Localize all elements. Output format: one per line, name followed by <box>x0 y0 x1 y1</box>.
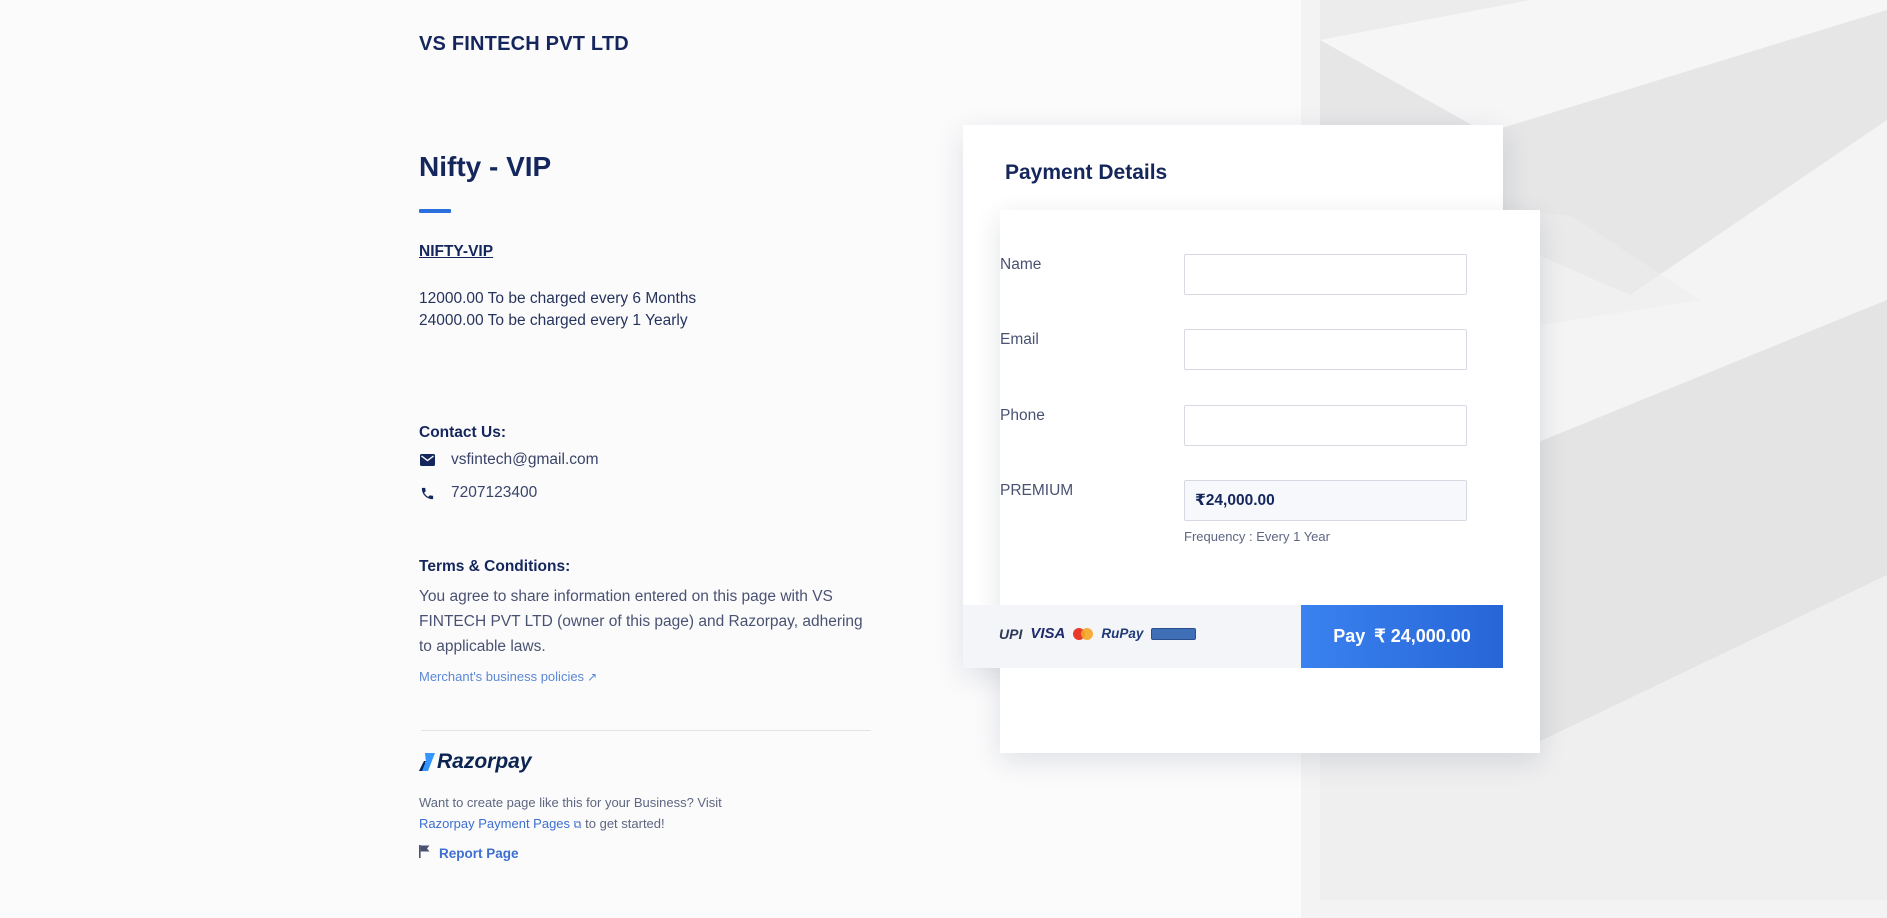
create-page-line: Want to create page like this for your B… <box>419 795 722 810</box>
visa-icon: VISA <box>1030 625 1066 642</box>
name-field[interactable] <box>1184 254 1467 295</box>
policies-link-label: Merchant's business policies <box>419 669 585 684</box>
rupay-icon: RuPay <box>1101 626 1144 641</box>
currency-symbol: ₹ <box>1195 492 1206 509</box>
pay-amount: ₹ 24,000.00 <box>1374 626 1471 646</box>
terms-text: You agree to share information entered o… <box>419 588 863 655</box>
email-label: Email <box>1000 331 1039 348</box>
card-network-icon <box>1151 627 1197 640</box>
company-name: VS FINTECH PVT LTD <box>419 33 629 55</box>
razorpay-logo[interactable]: Razorpay <box>419 750 532 774</box>
upi-icon: UPI <box>999 625 1023 642</box>
payment-details-title: Payment Details <box>1005 161 1168 184</box>
pay-label: Pay <box>1333 626 1366 646</box>
contact-phone: 7207123400 <box>451 484 538 501</box>
create-page-suffix: to get started! <box>585 816 665 831</box>
premium-amount-field[interactable]: ₹ 24,000.00 <box>1184 480 1467 521</box>
contact-email-row[interactable]: vsfintech@gmail.com <box>419 451 599 469</box>
contact-title: Contact Us: <box>419 424 506 441</box>
flag-icon <box>419 845 430 861</box>
charge-item: 12000.00 To be charged every 6 Months <box>419 290 697 307</box>
pay-button[interactable]: Pay ₹ 24,000.00 <box>1301 605 1503 668</box>
business-policies-link[interactable]: Merchant's business policies ↗ <box>419 669 597 684</box>
mastercard-icon <box>1073 627 1094 640</box>
page-title: Nifty - VIP <box>419 151 552 182</box>
razorpay-logo-icon <box>419 753 435 771</box>
section-divider <box>421 730 871 731</box>
contact-email: vsfintech@gmail.com <box>451 451 599 468</box>
email-field[interactable] <box>1184 329 1467 370</box>
mail-icon <box>419 452 435 468</box>
external-arrow-icon: ↗ <box>587 669 598 684</box>
charge-item: 24000.00 To be charged every 1 Yearly <box>419 312 688 329</box>
plan-code-link[interactable]: NIFTY-VIP <box>419 243 493 261</box>
external-link-icon: ⧉ <box>573 819 582 831</box>
name-label: Name <box>1000 256 1042 273</box>
contact-phone-row[interactable]: 7207123400 <box>419 484 537 502</box>
charge-list: 12000.00 To be charged every 6 Months 24… <box>419 288 696 332</box>
frequency-text: Frequency : Every 1 Year <box>1184 529 1330 544</box>
phone-field[interactable] <box>1184 405 1467 446</box>
terms-title: Terms & Conditions: <box>419 558 571 575</box>
payment-card: Payment Details Name Email Phone PREMIUM… <box>963 125 1540 753</box>
premium-amount: 24,000.00 <box>1205 491 1275 509</box>
phone-icon <box>419 485 435 501</box>
premium-label: PREMIUM <box>1000 482 1074 499</box>
report-page-link[interactable]: Report Page <box>419 845 519 861</box>
phone-label: Phone <box>1000 407 1045 424</box>
razorpay-brand: Razorpay <box>437 750 532 773</box>
payment-methods: UPI VISA RuPay <box>999 625 1197 642</box>
card-footer: UPI VISA RuPay Pay ₹ 24,000.00 <box>963 605 1503 668</box>
report-page-label: Report Page <box>439 845 519 861</box>
title-accent-bar <box>419 209 451 213</box>
payment-pages-link[interactable]: Razorpay Payment Pages <box>419 816 570 831</box>
create-page-text: Want to create page like this for your B… <box>419 792 722 836</box>
